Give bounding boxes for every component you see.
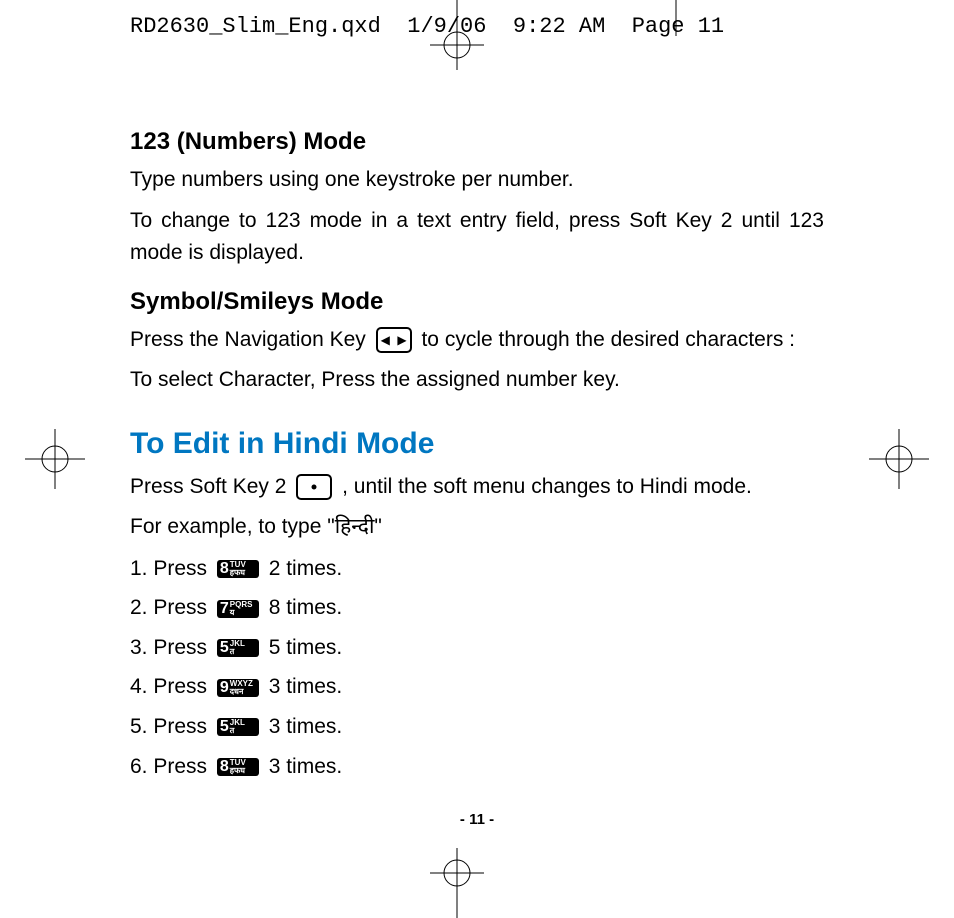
phone-key-icon: 8TUVहफघ — [217, 758, 259, 776]
paragraph: To select Character, Press the assigned … — [130, 364, 824, 397]
phone-key-icon: 9WXYZदधन — [217, 679, 259, 697]
nav-key-icon — [376, 327, 412, 353]
crop-marks-top — [0, 0, 954, 90]
heading-123-mode: 123 (Numbers) Mode — [130, 128, 824, 156]
paragraph: Press Soft Key 2 , until the soft menu c… — [130, 471, 824, 504]
step-item: 4. Press 9WXYZदधन 3 times. — [130, 671, 824, 704]
phone-key-icon: 8TUVहफघ — [217, 560, 259, 578]
paragraph: To change to 123 mode in a text entry fi… — [130, 205, 824, 270]
step-list: 1. Press 8TUVहफघ 2 times. 2. Press 7PQRSय… — [130, 553, 824, 783]
step-item: 5. Press 5JKLत 3 times. — [130, 711, 824, 744]
step-item: 3. Press 5JKLत 5 times. — [130, 632, 824, 665]
step-item: 6. Press 8TUVहफघ 3 times. — [130, 751, 824, 784]
paragraph: For example, to type "हिन्दी" — [130, 511, 824, 545]
page-content: 123 (Numbers) Mode Type numbers using on… — [130, 110, 824, 828]
paragraph: Press the Navigation Key to cycle throug… — [130, 324, 824, 357]
page-number: - 11 - — [0, 811, 954, 828]
softkey2-icon — [296, 474, 332, 500]
step-item: 2. Press 7PQRSय 8 times. — [130, 592, 824, 625]
phone-key-icon: 5JKLत — [217, 639, 259, 657]
step-item: 1. Press 8TUVहफघ 2 times. — [130, 553, 824, 586]
paragraph: Type numbers using one keystroke per num… — [130, 164, 824, 197]
hindi-word: हिन्दी — [335, 514, 375, 542]
phone-key-icon: 7PQRSय — [217, 600, 259, 618]
heading-hindi-mode: To Edit in Hindi Mode — [130, 427, 824, 461]
crop-marks-bottom — [0, 828, 954, 918]
heading-symbol-mode: Symbol/Smileys Mode — [130, 288, 824, 316]
crop-marks-left — [0, 0, 130, 918]
crop-marks-right — [824, 0, 954, 918]
phone-key-icon: 5JKLत — [217, 718, 259, 736]
